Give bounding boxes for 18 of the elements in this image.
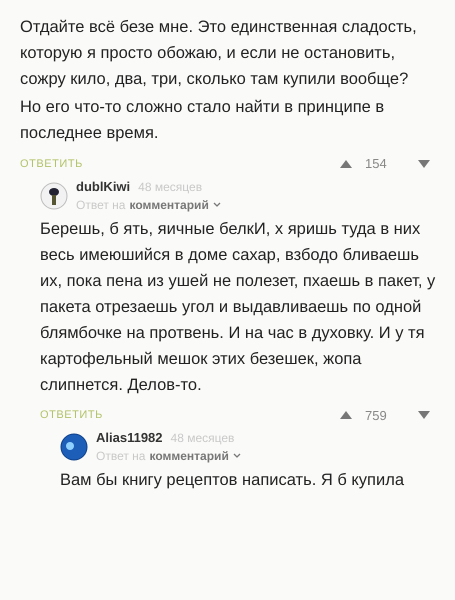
upvote-icon[interactable] [339,410,353,420]
comment-text: Берешь, б ять, яичные белкИ, х яришь туда в них весь имеюшийся в доме сахар, взбодо бливаешь их, пока пена из ушей не полезет, пхаешь в пакет, у пакета отрезаешь угол и выдавливаешь по одной блямбочке на протвень. И на час в духовку. И у тя картофельный мешок этих безешек, жопа слипнется. Делов-то. [40,218,436,396]
comment-text: Отдайте всё безе мне. Это единственная сладость, которую я просто обожаю, и если не остановить, сожру кило, два, три, сколько там купили вообще? [20,17,418,90]
rating-count: 154 [365,155,388,173]
upvote-icon[interactable] [339,158,353,169]
parent-comment-link[interactable]: комментарий [149,447,241,465]
parent-comment-link[interactable]: комментарий [129,196,221,214]
comment-text: Вам бы книгу рецептов написать. Я б купила [60,470,406,491]
chevron-down-icon [212,202,221,208]
comment-text: Но его что-то сложно стало найти в принципе в последнее время. [20,97,386,144]
rating-count: 759 [365,406,388,424]
author-name[interactable]: Alias11982 [96,429,163,447]
downvote-icon[interactable] [417,410,431,420]
downvote-icon[interactable] [417,158,431,169]
avatar-icon[interactable] [60,433,88,461]
avatar-icon[interactable] [40,182,68,210]
author-name[interactable]: dublKiwi [76,178,130,196]
chevron-down-icon [232,453,241,459]
